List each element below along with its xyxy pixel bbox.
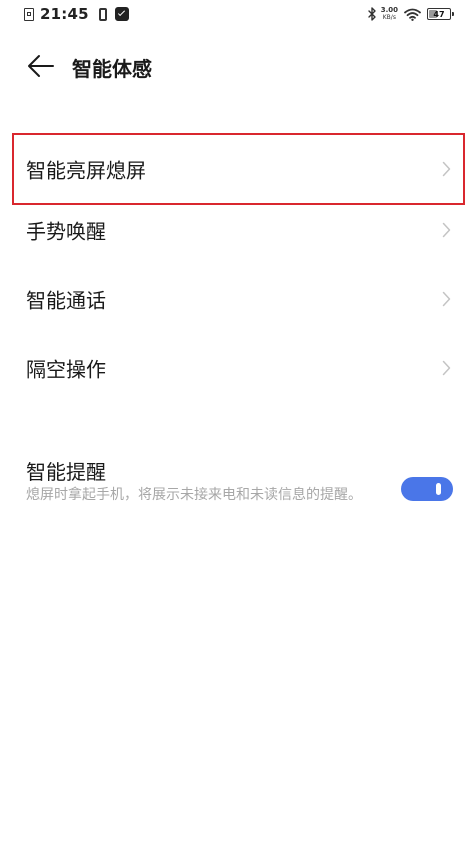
menu-item-label: 智能亮屏熄屏 xyxy=(26,158,146,183)
status-bar: 21:45 3.00 KB/s 47 xyxy=(0,0,473,28)
message-icon xyxy=(114,7,129,21)
network-speed: 3.00 KB/s xyxy=(380,6,398,22)
battery-icon: 47 xyxy=(427,8,454,20)
menu-item-label: 手势唤醒 xyxy=(26,219,106,244)
menu-item-label: 隔空操作 xyxy=(26,357,106,382)
network-speed-value: 3.00 xyxy=(380,6,398,14)
toggle-knob xyxy=(436,483,441,495)
bluetooth-icon xyxy=(368,7,377,21)
chevron-right-icon xyxy=(442,161,451,177)
smart-reminder-toggle[interactable] xyxy=(401,477,453,501)
smart-reminder-title: 智能提醒 xyxy=(26,460,106,484)
smart-reminder-description: 熄屏时拿起手机，将展示未接来电和未读信息的提醒。 xyxy=(26,487,362,503)
chevron-right-icon xyxy=(442,291,451,307)
back-arrow-icon xyxy=(26,52,56,80)
menu-item-air-gesture[interactable]: 隔空操作 xyxy=(0,333,473,403)
sim-icon xyxy=(24,7,34,21)
menu-item-smart-call[interactable]: 智能通话 xyxy=(0,264,473,334)
menu-item-label: 智能通话 xyxy=(26,288,106,313)
menu-item-smart-screen-on-off[interactable]: 智能亮屏熄屏 xyxy=(0,134,473,204)
menu-item-gesture-wake[interactable]: 手势唤醒 xyxy=(0,195,473,265)
smart-reminder-setting: 智能提醒 熄屏时拿起手机，将展示未接来电和未读信息的提醒。 xyxy=(0,452,473,532)
status-bar-right: 3.00 KB/s 47 xyxy=(368,4,454,24)
network-speed-unit: KB/s xyxy=(382,14,396,21)
page-title: 智能体感 xyxy=(72,57,152,81)
status-bar-left: 21:45 xyxy=(24,5,129,23)
wifi-icon xyxy=(404,8,421,21)
header: 智能体感 xyxy=(0,46,473,86)
chevron-right-icon xyxy=(442,222,451,238)
chevron-right-icon xyxy=(442,360,451,376)
back-button[interactable] xyxy=(26,52,56,80)
status-time: 21:45 xyxy=(40,5,89,23)
battery-level: 47 xyxy=(433,9,445,19)
phone-icon xyxy=(98,7,107,21)
